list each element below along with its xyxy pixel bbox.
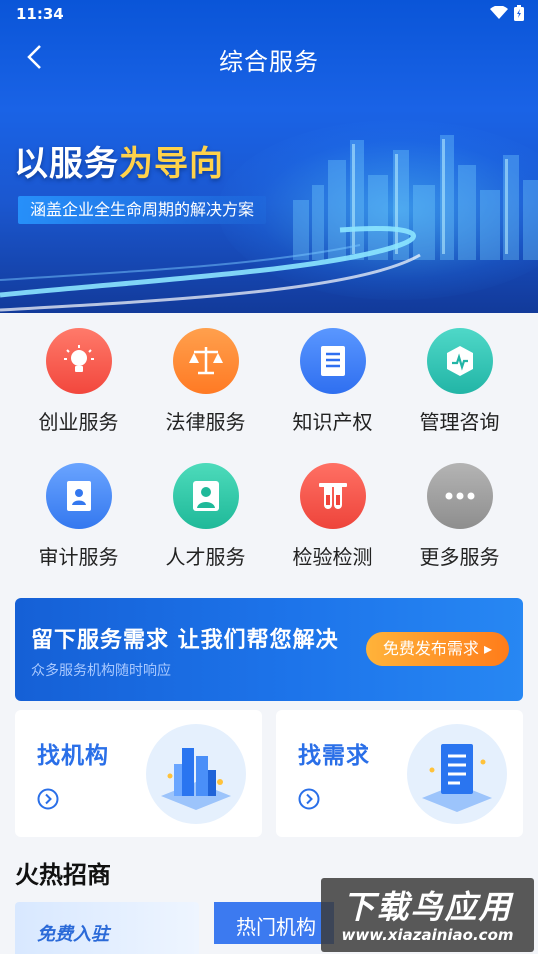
promo-title: 留下服务需求 让我们帮您解决	[31, 628, 339, 653]
publish-demand-label: 免费发布需求	[382, 639, 479, 658]
free-entry-tile[interactable]: 免费入驻	[15, 902, 199, 954]
watermark-url: www.xiazainiao.com	[341, 926, 514, 944]
hot-institutions-label: 热门机构	[236, 915, 316, 939]
circle-arrow-icon[interactable]	[37, 788, 59, 810]
circle-arrow-icon[interactable]	[298, 788, 320, 810]
service-more[interactable]: 更多服务	[396, 455, 523, 575]
test-tubes-icon	[300, 463, 366, 529]
promo-subtitle: 众多服务机构随时响应	[31, 663, 171, 679]
audit-icon	[46, 463, 112, 529]
service-talent[interactable]: 人才服务	[142, 455, 269, 575]
clipboard-icon	[407, 724, 507, 824]
watermark-title: 下载鸟应用	[342, 888, 513, 926]
caret-right-icon: ▸	[484, 639, 493, 658]
service-grid: 创业服务 法律服务 知识产权 管理咨询 审计服务 人才服务 检验检测 更多服务	[0, 320, 538, 580]
service-label: 人才服务	[165, 545, 246, 569]
free-entry-label: 免费入驻	[37, 924, 109, 945]
service-label: 知识产权	[292, 410, 373, 434]
hot-institutions-tab[interactable]: 热门机构	[214, 902, 334, 944]
nav-bar: 综合服务	[0, 28, 538, 86]
service-label: 审计服务	[38, 545, 119, 569]
section-title: 火热招商	[15, 855, 121, 890]
status-bar: 11:34	[0, 0, 538, 28]
status-time: 11:34	[16, 5, 64, 23]
slogan-main: 以服务	[14, 144, 119, 184]
service-label: 检验检测	[292, 545, 373, 569]
buildings-icon	[146, 724, 246, 824]
service-startup[interactable]: 创业服务	[15, 320, 142, 440]
service-label: 更多服务	[419, 545, 500, 569]
lightbulb-icon	[46, 328, 112, 394]
more-icon	[427, 463, 493, 529]
banner-slogan: 以服务为导向	[14, 136, 224, 185]
chart-hexagon-icon	[427, 328, 493, 394]
find-demand-card[interactable]: 找需求	[276, 710, 523, 837]
section-title-text: 火热招商	[15, 861, 111, 889]
service-audit[interactable]: 审计服务	[15, 455, 142, 575]
service-ip[interactable]: 知识产权	[269, 320, 396, 440]
service-legal[interactable]: 法律服务	[142, 320, 269, 440]
header-banner: 11:34 综合服务 以服务为导向 涵盖企业全生命周期的解决方案	[0, 0, 538, 313]
battery-icon	[514, 5, 524, 21]
wifi-icon	[490, 6, 508, 19]
banner-subtitle: 涵盖企业全生命周期的解决方案	[18, 196, 267, 224]
publish-demand-button[interactable]: 免费发布需求 ▸	[366, 632, 509, 666]
slogan-highlight: 为导向	[119, 144, 224, 184]
page-title: 综合服务	[219, 48, 319, 76]
promo-banner[interactable]: 留下服务需求 让我们帮您解决 众多服务机构随时响应 免费发布需求 ▸	[15, 598, 523, 701]
page: 11:34 综合服务 以服务为导向 涵盖企业全生命周期的解决方案 创业服务 法律…	[0, 0, 538, 954]
card-title: 找需求	[298, 743, 370, 769]
watermark-logo: 下载鸟应用 www.xiazainiao.com	[321, 878, 534, 952]
scales-icon	[173, 328, 239, 394]
service-consulting[interactable]: 管理咨询	[396, 320, 523, 440]
service-testing[interactable]: 检验检测	[269, 455, 396, 575]
document-icon	[300, 328, 366, 394]
status-icons	[490, 5, 524, 21]
service-label: 管理咨询	[419, 410, 500, 434]
service-label: 创业服务	[38, 410, 119, 434]
service-label: 法律服务	[165, 410, 246, 434]
card-title: 找机构	[37, 743, 109, 769]
find-institution-card[interactable]: 找机构	[15, 710, 262, 837]
person-icon	[173, 463, 239, 529]
